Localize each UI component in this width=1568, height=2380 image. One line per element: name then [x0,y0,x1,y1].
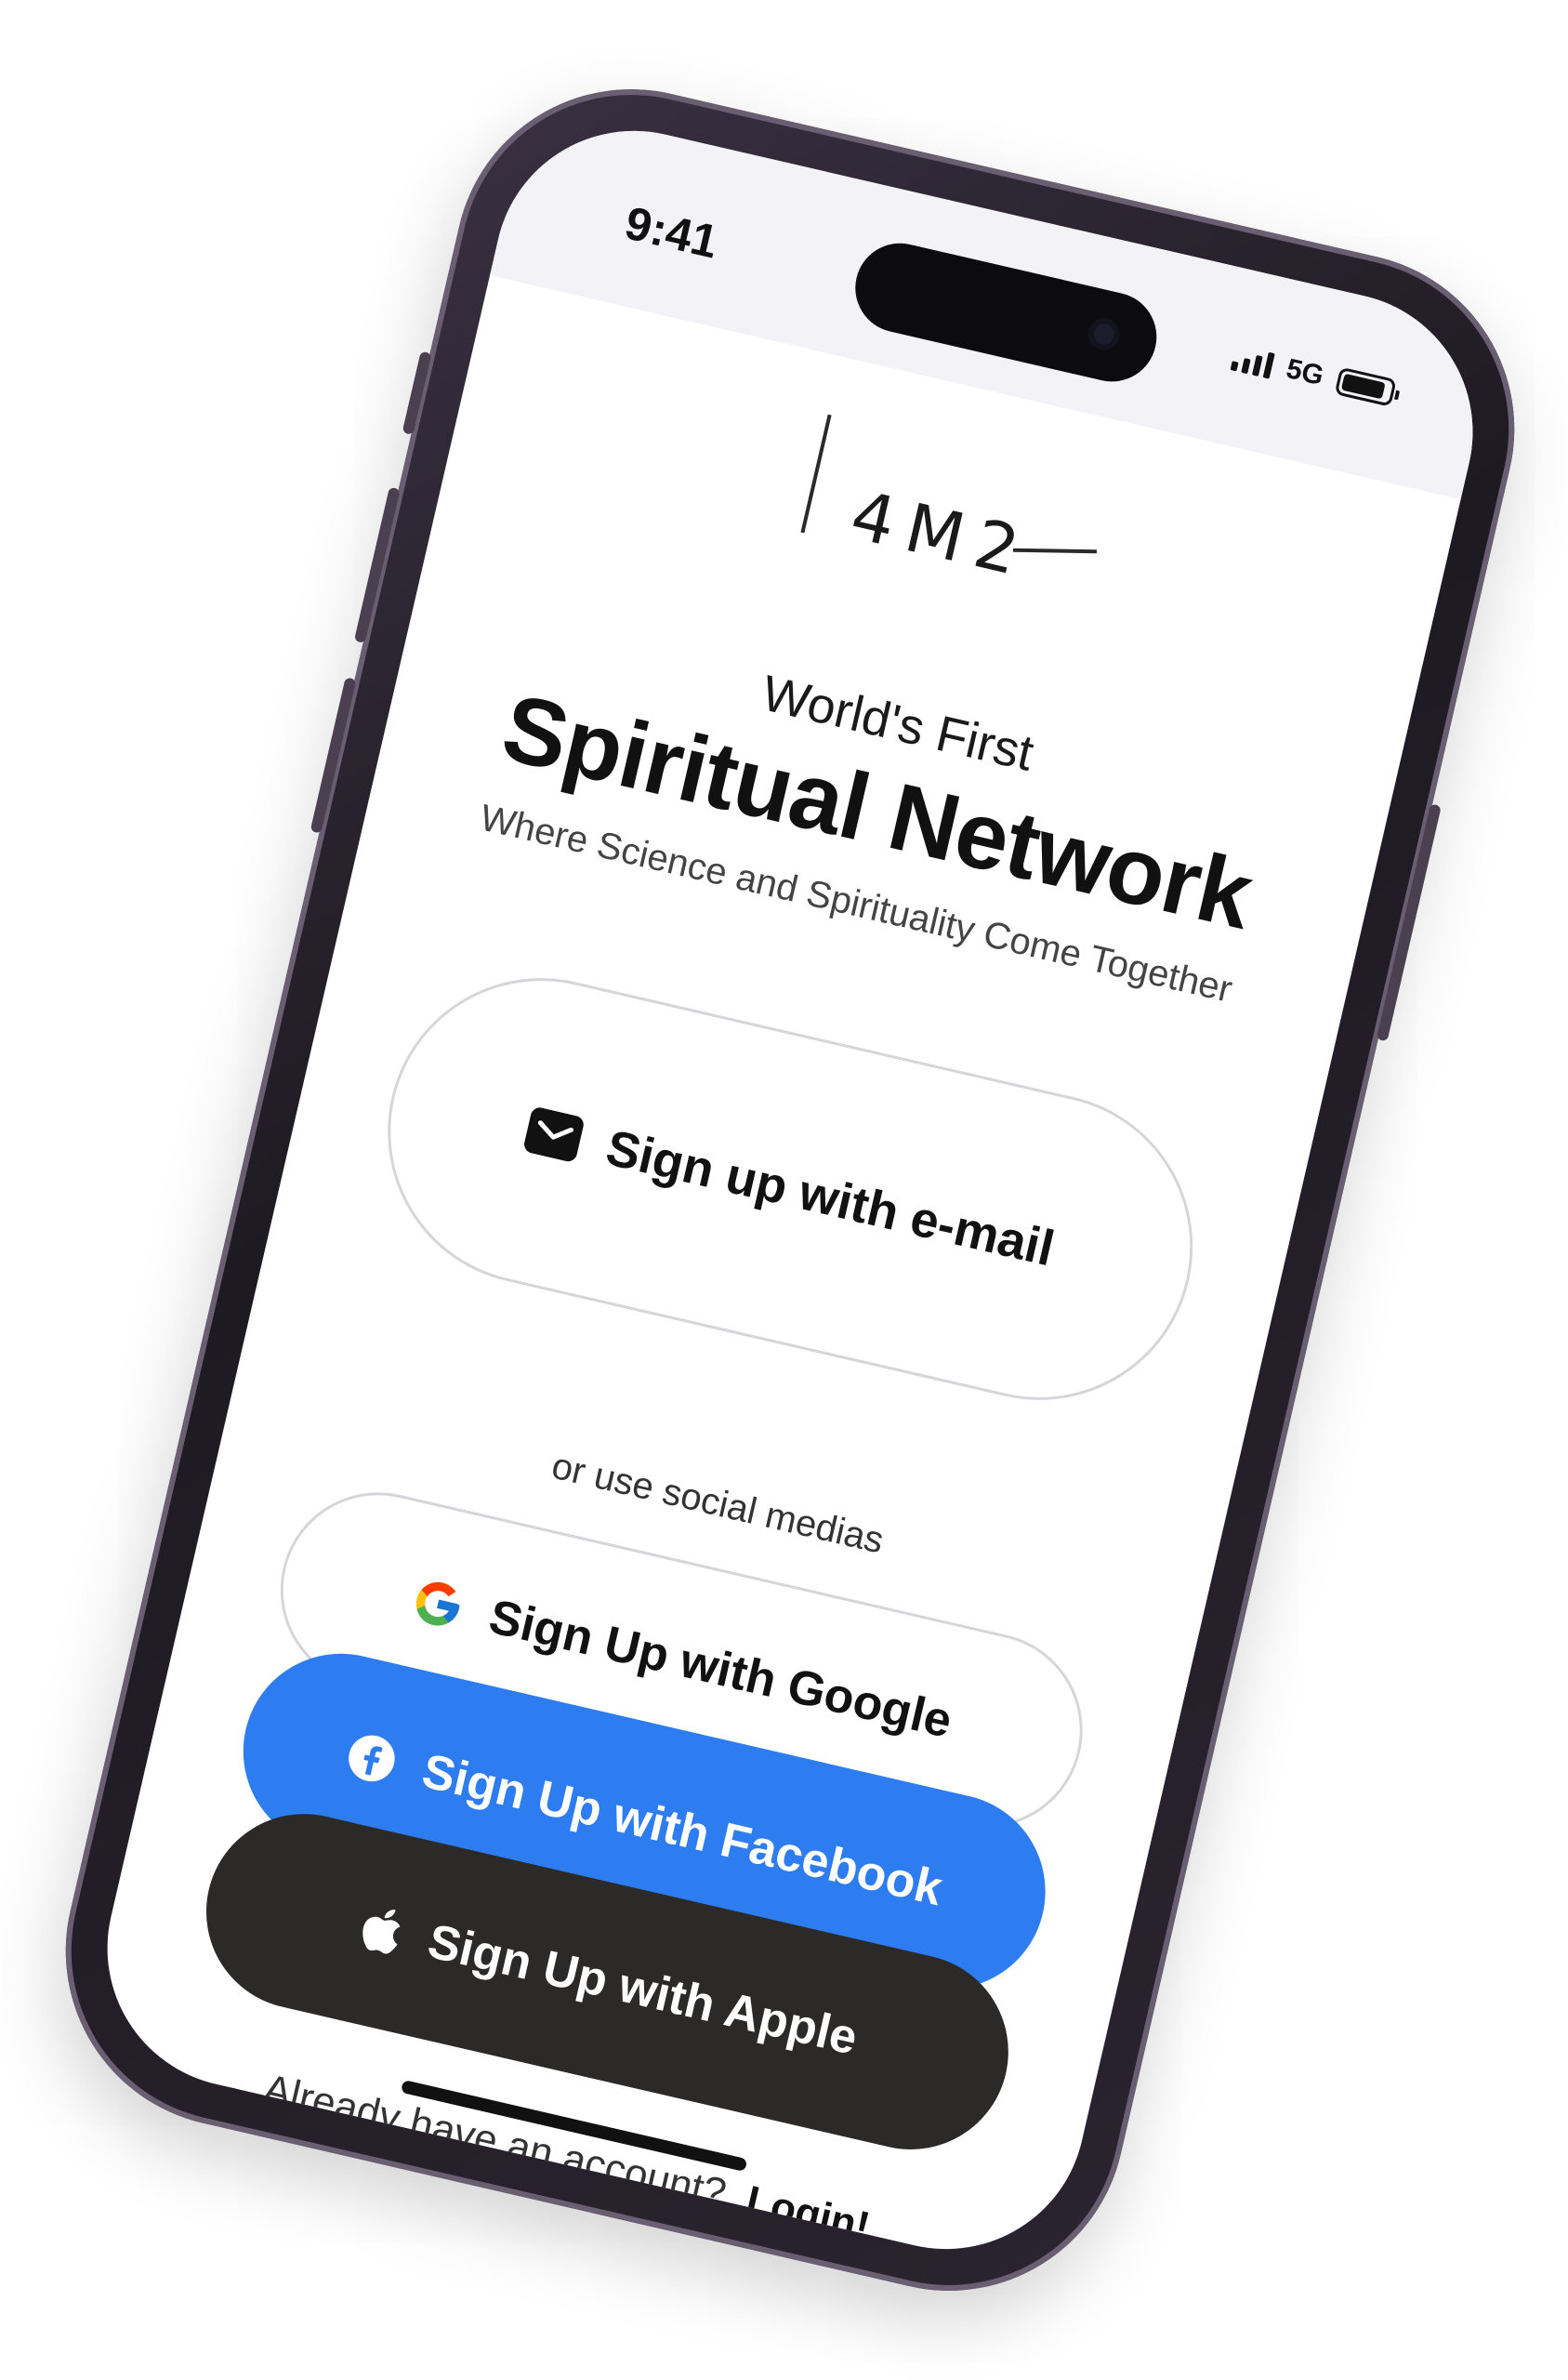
login-link[interactable]: Login! [742,2177,874,2250]
signup-content: 4M2 World's First Spiritual Network Wher… [80,275,1461,2277]
signup-email-button[interactable]: Sign up with e-mail [357,947,1224,1431]
mail-icon [522,1105,586,1163]
logo-line-left [800,414,832,534]
status-time: 9:41 [620,196,723,269]
logo-text: 4M2 [844,475,1039,593]
status-indicators: 5G [1230,341,1397,409]
volume-up-button [353,486,401,644]
google-icon [406,1573,468,1635]
logo-mark: 4M2 [781,414,1102,607]
action-button [402,350,432,435]
power-button [1376,803,1442,1042]
battery-icon [1334,366,1397,407]
volume-down-button [310,677,357,834]
network-label: 5G [1283,353,1327,392]
stage: 9:41 5G 4M2 World's First Spiritual Netw… [0,0,1568,2380]
apple-icon [352,1898,407,1959]
dynamic-island [846,234,1166,390]
signal-icon [1230,343,1276,379]
signup-email-label: Sign up with e-mail [600,1119,1060,1277]
camera-icon [1085,314,1124,353]
facebook-icon [342,1728,402,1789]
screen: 9:41 5G 4M2 World's First Spiritual Netw… [79,103,1501,2277]
phone-frame: 9:41 5G 4M2 World's First Spiritual Netw… [30,54,1550,2326]
signup-apple-label: Sign Up with Apple [423,1914,863,2066]
